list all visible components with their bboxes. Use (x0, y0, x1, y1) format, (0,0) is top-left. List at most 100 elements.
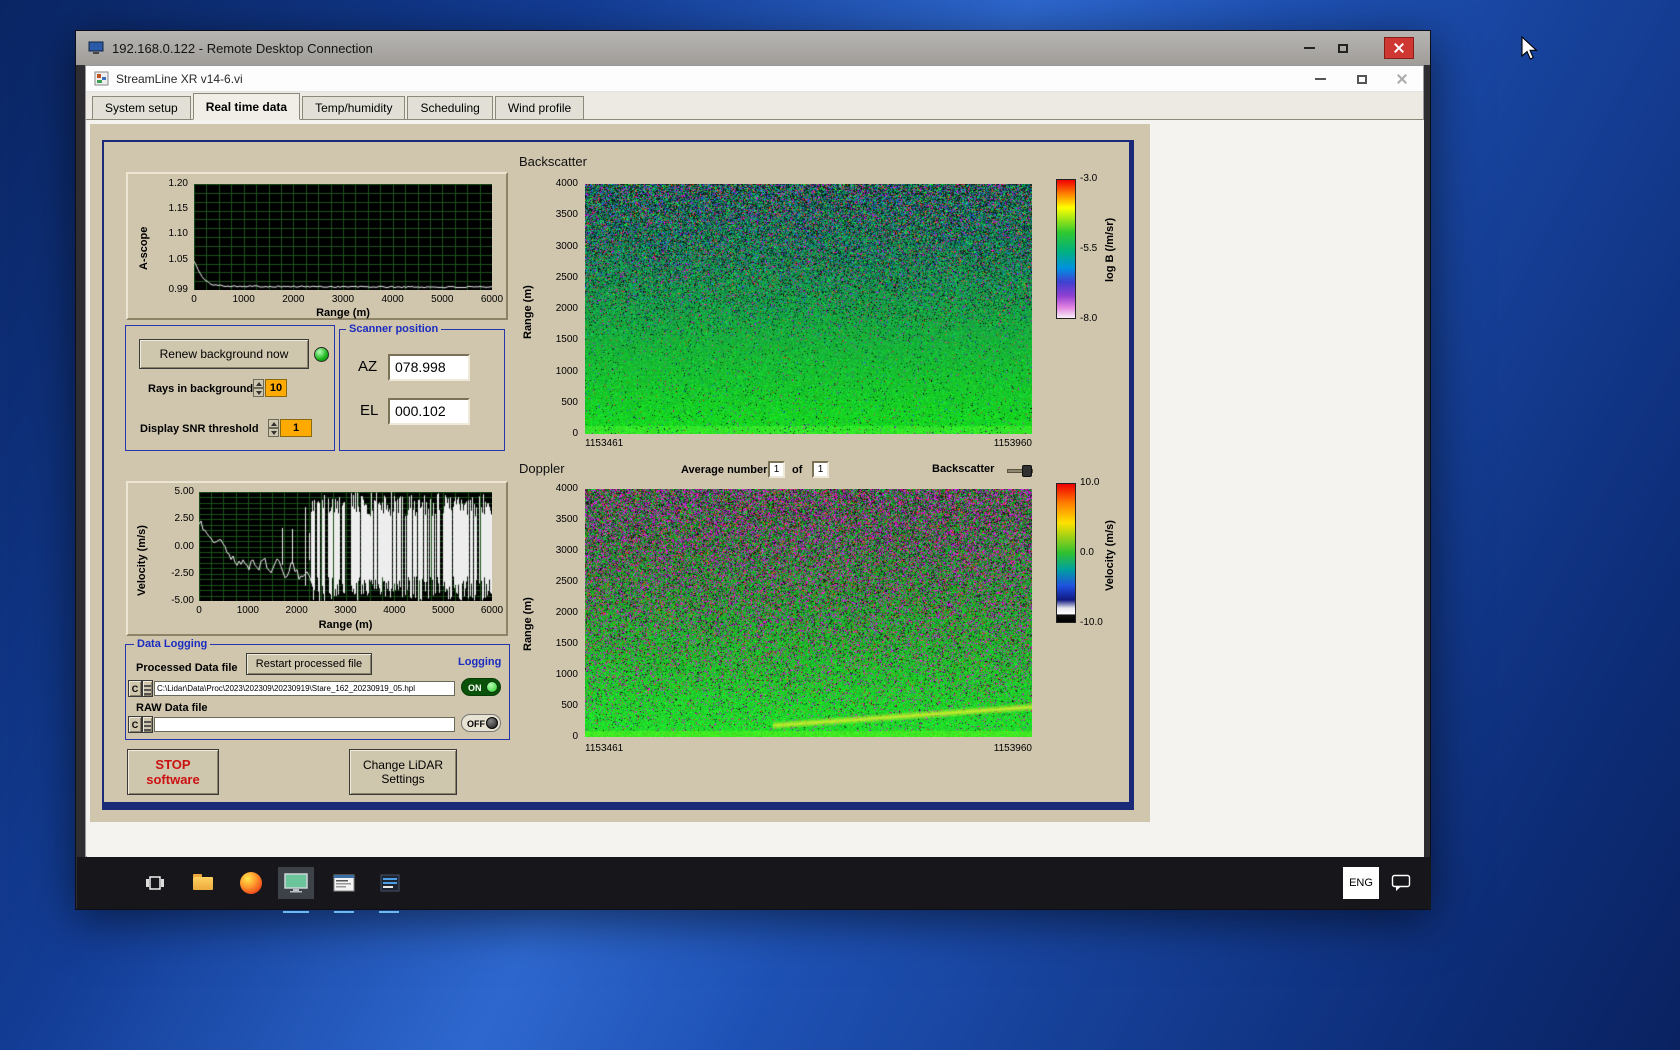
firefox-icon (240, 872, 262, 894)
remote-desktop-taskbar-button[interactable] (278, 867, 314, 913)
remote-desktop-app-icon (284, 873, 308, 893)
velocity-chart (199, 492, 492, 601)
axis-tick-label: 1153960 (993, 438, 1032, 449)
axis-tick-label: 1153960 (993, 743, 1032, 754)
chat-button[interactable] (1385, 867, 1417, 899)
tab-scheduling[interactable]: Scheduling (407, 96, 493, 119)
off-label: OFF (467, 719, 485, 729)
axis-tick-label: 500 (561, 396, 578, 408)
data-logging-group: Data Logging Processed Data file Restart… (125, 638, 510, 740)
doppler-x-ticks: 1153461 1153960 (585, 743, 1032, 754)
raw-logging-toggle[interactable]: OFF (461, 714, 501, 732)
processed-logging-toggle[interactable]: ON (461, 678, 501, 696)
axis-tick-label: 1.20 (168, 178, 188, 189)
remote-desktop-icon (88, 41, 104, 54)
desktop: 192.168.0.122 - Remote Desktop Connectio… (0, 0, 1680, 1050)
scan-scheduler-icon (333, 874, 355, 892)
app-titlebar[interactable]: StreamLine XR v14-6.vi (86, 66, 1423, 92)
backscatter-colorbar-label: log B (/m/sr) (1104, 217, 1116, 282)
rays-in-background-field[interactable]: 10 (265, 379, 287, 397)
app-restore-button[interactable] (1347, 70, 1377, 88)
rays-spinner[interactable] (253, 379, 264, 397)
processed-path-browse-button[interactable] (142, 680, 153, 697)
processed-path-type-button[interactable]: C (128, 680, 142, 697)
stop-software-button[interactable]: STOP software (127, 749, 219, 795)
app-minimize-button[interactable] (1305, 70, 1335, 88)
change-button-line2: Settings (381, 772, 425, 786)
on-label: ON (468, 683, 482, 693)
background-led-indicator (314, 347, 329, 362)
tab-wind-profile[interactable]: Wind profile (494, 96, 585, 119)
axis-tick-label: 2500 (555, 271, 578, 283)
app-close-button[interactable] (1387, 70, 1417, 88)
axis-tick-label: 3000 (555, 240, 578, 252)
doppler-colorbar-label: Velocity (m/s) (1104, 520, 1116, 592)
rdp-minimize-button[interactable] (1294, 37, 1324, 59)
axis-tick-label: 0 (572, 731, 578, 742)
ascope-chart (194, 184, 492, 290)
rdp-maximize-button[interactable] (1328, 37, 1358, 59)
axis-tick-label: 1000 (236, 605, 259, 616)
rdp-titlebar[interactable]: 192.168.0.122 - Remote Desktop Connectio… (76, 31, 1430, 65)
backscatter-colorbar (1056, 179, 1076, 319)
axis-tick-label: 2500 (555, 576, 578, 587)
axis-tick-label: 10.0 (1080, 477, 1100, 488)
app-window-title: StreamLine XR v14-6.vi (116, 71, 243, 86)
velocity-chart-group: Velocity (m/s) 5.00 2.50 0.00 -2.50 -5.00 01… (126, 481, 508, 636)
data-viewer-icon (380, 874, 400, 892)
tab-temp-humidity[interactable]: Temp/humidity (302, 96, 406, 119)
snr-threshold-field[interactable]: 1 (280, 419, 312, 437)
axis-tick-label: 4000 (383, 605, 406, 616)
az-value-field[interactable]: 078.998 (388, 354, 470, 381)
axis-tick-label: 3000 (555, 545, 578, 556)
axis-tick-label: 1000 (232, 294, 255, 305)
doppler-y-axis-label: Range (m) (522, 597, 534, 652)
raw-path-type-button[interactable]: C (128, 716, 142, 733)
el-label: EL (360, 402, 379, 419)
background-controls-group: Renew background now Rays in background … (125, 325, 335, 451)
axis-tick-label: -5.5 (1080, 243, 1098, 254)
language-indicator[interactable]: ENG (1343, 867, 1379, 899)
taskbar: ENG (77, 857, 1431, 913)
data-viewer-button[interactable] (372, 867, 408, 913)
az-label: AZ (358, 358, 378, 375)
rdp-close-button[interactable] (1384, 37, 1414, 59)
processed-data-file-path[interactable]: C:\Lidar\Data\Proc\2023\202309\20230919\… (154, 681, 455, 696)
raw-data-file-label: RAW Data file (136, 702, 208, 714)
raw-path-browse-button[interactable] (142, 716, 153, 733)
velocity-y-axis-label: Velocity (m/s) (136, 525, 148, 596)
backscatter-y-axis-label: Range (m) (522, 285, 534, 340)
axis-tick-label: 5000 (431, 294, 454, 305)
axis-tick-label: -10.0 (1080, 617, 1103, 628)
axis-tick-label: 6000 (480, 605, 504, 616)
el-value-field[interactable]: 000.102 (388, 398, 470, 425)
axis-tick-label: 4000 (555, 483, 578, 494)
axis-tick-label: 3000 (334, 605, 357, 616)
tab-system-setup[interactable]: System setup (92, 96, 191, 119)
scan-scheduler-button[interactable] (326, 867, 362, 913)
raw-data-file-path[interactable] (154, 717, 455, 732)
ascope-chart-group: A-scope 1.20 1.15 1.10 1.05 0.99 0 1000 2000 30… (126, 172, 508, 320)
axis-tick-label: 3500 (555, 209, 578, 221)
mouse-cursor (1521, 36, 1538, 60)
axis-tick-label: 1.05 (168, 253, 188, 265)
snr-spinner[interactable] (268, 419, 279, 437)
folder-icon (193, 873, 213, 890)
file-explorer-button[interactable] (185, 867, 221, 899)
renew-background-button[interactable]: Renew background now (139, 339, 309, 369)
restart-processed-file-button[interactable]: Restart processed file (246, 653, 372, 675)
task-view-button[interactable] (137, 867, 173, 899)
firefox-button[interactable] (233, 867, 269, 899)
change-lidar-settings-button[interactable]: Change LiDAR Settings (349, 749, 457, 795)
chat-bubble-icon (1391, 874, 1411, 891)
axis-tick-label: -3.0 (1080, 173, 1098, 184)
axis-tick-label: 500 (561, 700, 578, 711)
ascope-x-ticks: 0 1000 2000 3000 4000 5000 6000 (177, 294, 509, 305)
tab-real-time-data[interactable]: Real time data (192, 93, 301, 120)
change-button-line1: Change LiDAR (362, 758, 444, 772)
axis-tick-label: -2.50 (171, 567, 194, 579)
axis-tick-label: 3000 (331, 294, 355, 305)
velocity-x-axis-label: Range (m) (318, 619, 373, 631)
axis-tick-label: 2000 (555, 303, 578, 314)
doppler-colorbar (1056, 483, 1076, 623)
